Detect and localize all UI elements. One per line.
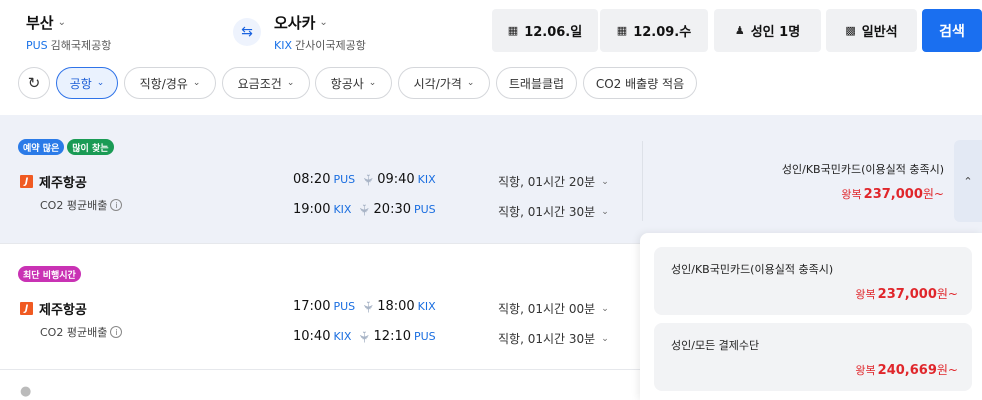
refresh-icon: ↻ xyxy=(27,74,41,92)
chevron-down-icon: ⌄ xyxy=(601,206,609,217)
jeju-air-logo-icon: J xyxy=(20,302,33,315)
outbound-leg: 17:00 PUS ✈ 18:00 KIX xyxy=(293,299,436,314)
inbound-leg: 19:00 KIX ✈ 20:30 PUS xyxy=(293,202,436,217)
badge-most-searched: 많이 찾는 xyxy=(67,139,114,155)
chevron-down-icon: ⌄ xyxy=(96,78,105,88)
fare-option[interactable]: 성인/KB국민카드(이용실적 충족시) 왕복 237,000원~ xyxy=(654,247,972,315)
destination-selector[interactable]: 오사카 ⌄ KIX 간사이국제공항 xyxy=(274,12,366,53)
inbound-duration[interactable]: 직항, 01시간 30분 ⌄ xyxy=(498,203,609,220)
plane-icon: ✈ xyxy=(357,202,372,217)
chevron-down-icon: ⌄ xyxy=(57,17,66,28)
airline-name: 제주항공 xyxy=(39,176,87,191)
origin-selector[interactable]: 부산 ⌄ PUS 김해국제공항 xyxy=(26,12,111,53)
filter-airport[interactable]: 공항 ⌄ xyxy=(56,67,118,99)
seat-icon: ▩ xyxy=(845,24,856,37)
outbound-duration[interactable]: 직항, 01시간 00분 ⌄ xyxy=(498,300,609,317)
fare-summary[interactable]: 성인/KB국민카드(이용실적 충족시) 왕복 237,000원~ xyxy=(782,161,944,202)
co2-label: CO2 평균배출 xyxy=(40,199,108,212)
fare-options-panel: 성인/KB국민카드(이용실적 충족시) 왕복 237,000원~ 성인/모든 결제… xyxy=(640,233,982,400)
chevron-down-icon: ⌄ xyxy=(319,17,328,28)
jeju-air-logo-icon: J xyxy=(20,175,33,188)
filter-time-price[interactable]: 시각/가격 ⌄ xyxy=(398,67,490,99)
cabin-class-label: 일반석 xyxy=(861,25,898,40)
outbound-leg: 08:20 PUS ✈ 09:40 KIX xyxy=(293,172,436,187)
origin-code: PUS xyxy=(26,39,48,52)
refresh-button[interactable]: ↻ xyxy=(18,67,50,99)
destination-code: KIX xyxy=(274,39,292,52)
filter-airline[interactable]: 항공사 ⌄ xyxy=(315,67,392,99)
passengers-label: 성인 1명 xyxy=(750,25,801,40)
plane-icon: ✈ xyxy=(357,329,372,344)
filter-co2-low[interactable]: CO2 배출량 적음 xyxy=(583,67,697,99)
info-icon[interactable]: i xyxy=(110,199,123,211)
airline-name: 제주항공 xyxy=(39,303,87,318)
destination-airport: 간사이국제공항 xyxy=(295,39,366,52)
fare-option-name: 성인/모든 결제수단 xyxy=(671,339,760,352)
person-icon: ♟ xyxy=(734,24,745,37)
search-bar: 부산 ⌄ PUS 김해국제공항 ⇆ 오사카 ⌄ KIX 간사이국제공항 ▦ 12.0… xyxy=(0,0,982,62)
plane-icon: ✈ xyxy=(361,299,376,314)
outbound-duration[interactable]: 직항, 01시간 20분 ⌄ xyxy=(498,173,609,190)
origin-city: 부산 xyxy=(26,14,54,32)
origin-airport: 김해국제공항 xyxy=(50,39,112,52)
chevron-down-icon: ⌄ xyxy=(601,333,609,344)
chevron-down-icon: ⌄ xyxy=(368,78,377,88)
divider xyxy=(642,141,643,221)
fare-option[interactable]: 성인/모든 결제수단 왕복 240,669원~ xyxy=(654,323,972,391)
calendar-icon: ▦ xyxy=(507,24,519,37)
chevron-down-icon: ⌄ xyxy=(192,78,201,88)
fare-option-price: 왕복 237,000원~ xyxy=(855,287,958,302)
price: 왕복 237,000원~ xyxy=(841,187,944,202)
depart-date: 12.06.일 xyxy=(524,25,583,40)
return-date: 12.09.수 xyxy=(633,25,692,40)
badge-popular-booking: 예약 많은 xyxy=(18,139,65,155)
badge-shortest-flight: 최단 비행시간 xyxy=(18,266,81,282)
fare-name: 성인/KB국민카드(이용실적 충족시) xyxy=(781,163,944,176)
fare-option-price: 왕복 240,669원~ xyxy=(855,363,958,378)
search-button-label: 검색 xyxy=(939,23,965,40)
flight-result-card[interactable]: 예약 많은 많이 찾는 J 제주항공 CO2 평균배출 i 08:20 PUS ✈ 0… xyxy=(0,115,982,243)
inbound-leg: 10:40 KIX ✈ 12:10 PUS xyxy=(293,329,436,344)
airline-logo-icon: ● xyxy=(20,384,32,399)
fare-option-name: 성인/KB국민카드(이용실적 충족시) xyxy=(671,263,834,276)
info-icon[interactable]: i xyxy=(110,326,123,338)
swap-icon: ⇆ xyxy=(241,24,253,40)
chevron-down-icon: ⌄ xyxy=(601,303,609,314)
filter-travel-club[interactable]: 트래블클럽 xyxy=(496,67,577,99)
co2-label: CO2 평균배출 xyxy=(40,326,108,339)
depart-date-button[interactable]: ▦ 12.06.일 xyxy=(492,9,598,52)
chevron-down-icon: ⌄ xyxy=(286,78,295,88)
calendar-icon: ▦ xyxy=(616,24,628,37)
filter-direct-stopover[interactable]: 직항/경유 ⌄ xyxy=(124,67,216,99)
cabin-class-button[interactable]: ▩ 일반석 xyxy=(826,9,917,52)
inbound-duration[interactable]: 직항, 01시간 30분 ⌄ xyxy=(498,330,609,347)
search-button[interactable]: 검색 xyxy=(922,9,982,52)
passengers-button[interactable]: ♟ 성인 1명 xyxy=(714,9,821,52)
swap-route-button[interactable]: ⇆ xyxy=(233,18,261,46)
collapse-button[interactable]: ⌃ xyxy=(954,140,982,222)
filter-fare-conditions[interactable]: 요금조건 ⌄ xyxy=(222,67,310,99)
return-date-button[interactable]: ▦ 12.09.수 xyxy=(600,9,708,52)
chevron-up-icon: ⌃ xyxy=(963,174,973,188)
destination-city: 오사카 xyxy=(274,14,316,32)
plane-icon: ✈ xyxy=(361,172,376,187)
chevron-down-icon: ⌄ xyxy=(601,176,609,187)
chevron-down-icon: ⌄ xyxy=(466,78,475,88)
